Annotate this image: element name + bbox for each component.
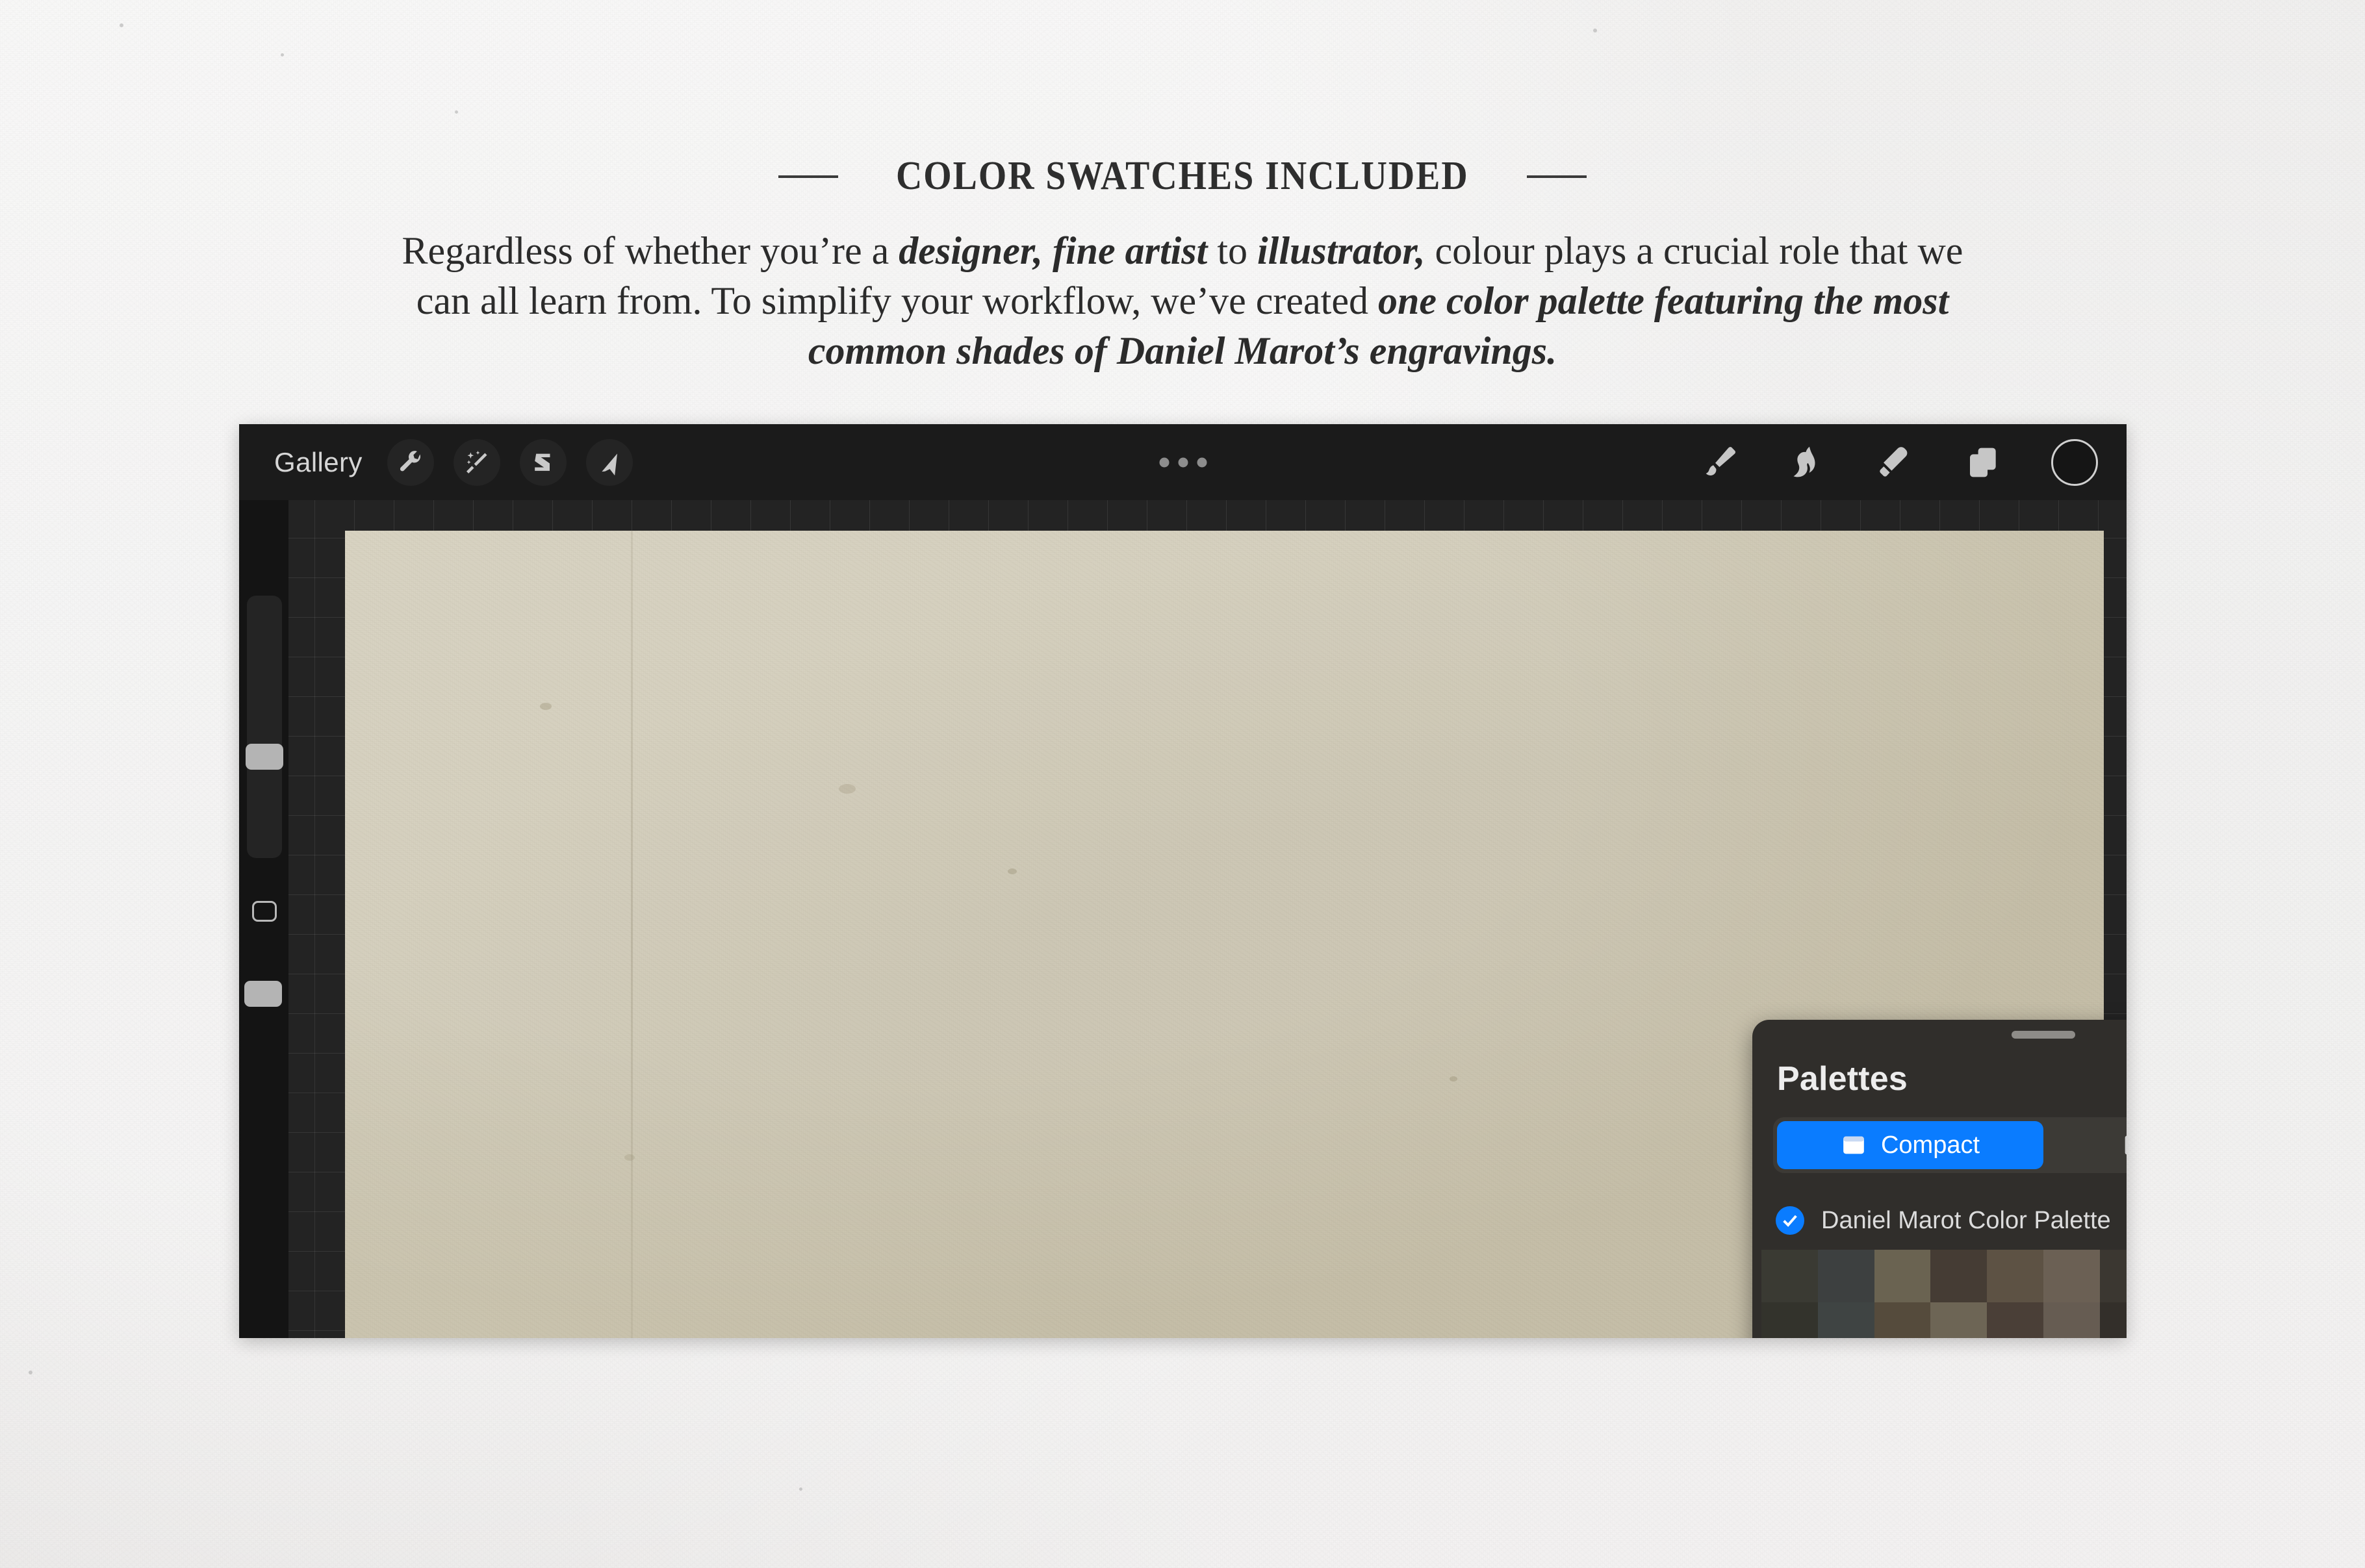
paragraph-part-2: to — [1207, 229, 1257, 272]
segment-compact-label: Compact — [1880, 1131, 1980, 1159]
color-swatch[interactable] — [2043, 1302, 2100, 1338]
gallery-button[interactable]: Gallery — [269, 447, 368, 478]
smudge-icon[interactable] — [1786, 442, 1828, 483]
paper-speck — [1593, 29, 1597, 32]
canvas-area[interactable]: Palettes Compact Car — [239, 500, 2127, 1338]
color-swatch[interactable] — [1817, 1250, 1874, 1303]
color-swatch[interactable] — [1930, 1302, 1988, 1338]
palette-name: Daniel Marot Color Palette — [1821, 1206, 2111, 1234]
layers-icon[interactable] — [1963, 442, 2004, 483]
panel-title: Palettes — [1777, 1060, 1908, 1098]
cards-view-icon — [2125, 1135, 2127, 1155]
color-swatch[interactable] — [1874, 1302, 1931, 1338]
palette-list-item[interactable]: Daniel Marot Color Palette — [1752, 1194, 2127, 1247]
paper-speck — [281, 53, 284, 57]
eraser-icon[interactable] — [1874, 442, 1916, 483]
color-swatch[interactable] — [2099, 1250, 2127, 1303]
paragraph-emphasis-1: designer, fine artist — [899, 229, 1208, 272]
section-heading: COLOR SWATCHES INCLUDED — [0, 153, 2365, 199]
panel-header: Palettes — [1752, 1051, 2127, 1107]
opacity-slider-thumb[interactable] — [244, 981, 282, 1007]
color-swatch-button[interactable] — [2051, 438, 2098, 486]
brush-size-slider-thumb[interactable] — [246, 744, 283, 770]
color-swatch[interactable] — [1930, 1250, 1988, 1303]
paper-speck — [455, 110, 458, 114]
heading-rule-left — [778, 175, 839, 178]
toolbar-left-group: Gallery — [269, 438, 633, 486]
brush-sidebar — [239, 500, 288, 1338]
app-toolbar: Gallery — [239, 424, 2127, 500]
transform-icon[interactable] — [585, 438, 633, 486]
paragraph-emphasis-2: illustrator, — [1257, 229, 1425, 272]
dot — [1197, 457, 1207, 467]
segment-cards[interactable]: Cards — [2043, 1121, 2127, 1169]
color-swatch[interactable] — [2043, 1250, 2100, 1303]
view-mode-segmented-control[interactable]: Compact Cards — [1773, 1117, 2127, 1173]
more-options-icon[interactable] — [1159, 457, 1207, 467]
color-swatch[interactable] — [1987, 1302, 2043, 1338]
palettes-panel[interactable]: Palettes Compact Car — [1752, 1020, 2127, 1338]
intro-paragraph: Regardless of whether you’re a designer,… — [396, 226, 1969, 376]
procreate-app-window: Gallery Palettes Compact Daniel Marot Co… — [239, 424, 2127, 1338]
modify-button[interactable] — [252, 901, 277, 922]
compact-view-icon — [1843, 1136, 1864, 1154]
artboard-blemish — [1450, 1076, 1457, 1081]
paintbrush-icon[interactable] — [1698, 442, 1739, 483]
dot — [1178, 457, 1188, 467]
color-swatch[interactable] — [1817, 1302, 1874, 1338]
brush-size-slider[interactable] — [246, 596, 283, 858]
toolbar-right-group — [1698, 438, 2098, 486]
color-swatch[interactable] — [1761, 1250, 1818, 1303]
artboard-crease — [631, 531, 633, 1338]
wrench-icon[interactable] — [387, 438, 434, 486]
artboard-blemish — [1008, 868, 1017, 874]
swatch-grid[interactable] — [1761, 1250, 2127, 1338]
segment-compact[interactable]: Compact — [1777, 1121, 2043, 1169]
paper-speck — [120, 23, 123, 27]
paper-speck — [799, 1487, 802, 1491]
paper-speck — [29, 1371, 32, 1374]
artboard-blemish — [540, 703, 552, 710]
palette-selected-check-icon[interactable] — [1776, 1206, 1804, 1235]
color-swatch[interactable] — [1874, 1250, 1931, 1303]
heading-rule-right — [1526, 175, 1587, 178]
dot — [1159, 457, 1169, 467]
color-swatch[interactable] — [1987, 1250, 2043, 1303]
paragraph-part-1: Regardless of whether you’re a — [402, 229, 899, 272]
magic-wand-icon[interactable] — [453, 438, 500, 486]
artboard-blemish — [624, 1154, 635, 1161]
color-swatch[interactable] — [2099, 1302, 2127, 1338]
color-swatch[interactable] — [1761, 1302, 1818, 1338]
artboard-blemish — [839, 784, 856, 794]
selection-icon[interactable] — [519, 438, 567, 486]
panel-drag-handle[interactable] — [2012, 1031, 2075, 1039]
page-title: COLOR SWATCHES INCLUDED — [896, 154, 1469, 198]
